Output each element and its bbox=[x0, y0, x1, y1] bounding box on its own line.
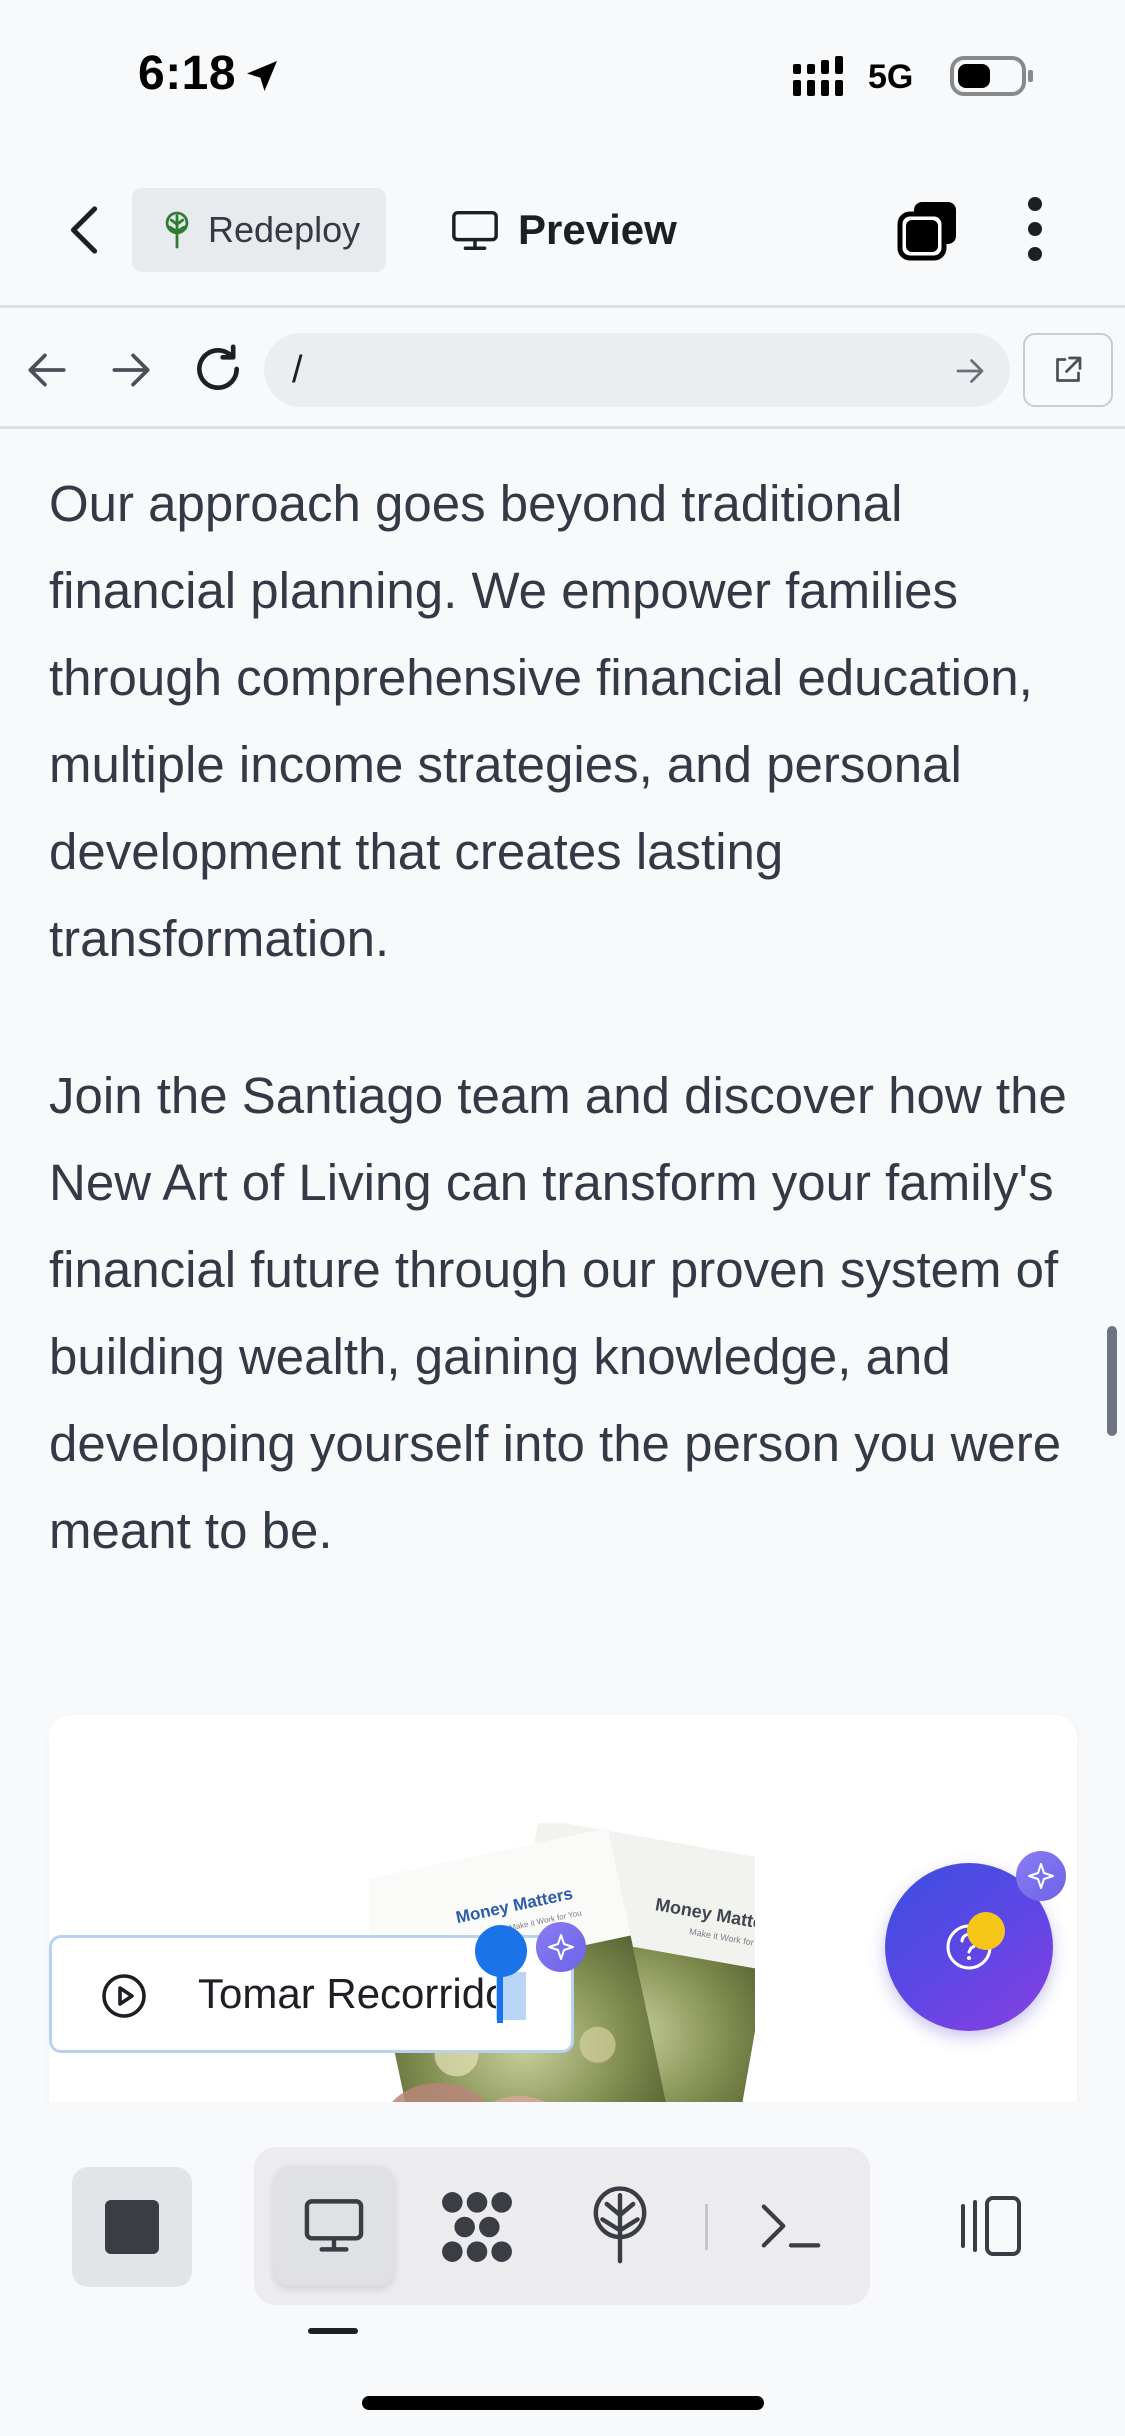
join-paragraph: Join the Santiago team and discover how … bbox=[49, 1067, 1067, 1559]
redeploy-button[interactable]: Redeploy bbox=[132, 188, 386, 272]
more-vertical-icon[interactable] bbox=[1010, 194, 1060, 264]
arrow-right-icon[interactable] bbox=[106, 345, 156, 395]
url-text: / bbox=[292, 349, 303, 391]
redeploy-label: Redeploy bbox=[208, 209, 361, 250]
sparkle-icon[interactable] bbox=[1016, 1851, 1066, 1901]
preview-content[interactable]: Our approach goes beyond traditional fin… bbox=[0, 432, 1125, 2102]
toolbar-divider bbox=[705, 2204, 708, 2250]
stop-button[interactable] bbox=[72, 2167, 192, 2287]
active-tab-indicator bbox=[308, 2328, 358, 2334]
scrollbar-thumb[interactable] bbox=[1107, 1326, 1117, 1436]
play-circle-icon[interactable] bbox=[100, 1972, 148, 2020]
app-header: Redeploy Preview bbox=[0, 150, 1125, 308]
bottom-toolbar bbox=[0, 2102, 1125, 2436]
external-link-icon bbox=[1056, 356, 1082, 382]
tour-recorder-label[interactable]: Tomar Recorrido bbox=[198, 1970, 508, 2018]
redeploy-tree-icon bbox=[165, 211, 189, 249]
notification-dot bbox=[967, 1912, 1005, 1950]
desktop-icon bbox=[304, 2199, 364, 2252]
back-button[interactable] bbox=[50, 195, 120, 265]
ai-sparkle-button[interactable] bbox=[536, 1922, 586, 1972]
sparkle-small-icon bbox=[548, 1934, 574, 1960]
home-indicator bbox=[362, 2396, 764, 2410]
tool-desktop-tab[interactable] bbox=[274, 2166, 394, 2286]
network-label: 5G bbox=[868, 58, 914, 96]
chevron-left-icon bbox=[70, 206, 98, 254]
stop-icon bbox=[105, 2200, 159, 2254]
url-input[interactable]: / bbox=[264, 333, 1010, 407]
approach-paragraph: Our approach goes beyond traditional fin… bbox=[49, 475, 1033, 967]
status-bar: 6:18 5G bbox=[0, 0, 1125, 150]
side-panel-icon[interactable] bbox=[956, 2194, 1026, 2258]
status-time: 6:18 bbox=[138, 47, 237, 100]
sparkle-glyph-icon bbox=[1028, 1863, 1054, 1889]
location-arrow-icon bbox=[247, 61, 277, 91]
deploy-tree-icon[interactable] bbox=[587, 2186, 653, 2266]
preview-button[interactable]: Preview bbox=[450, 188, 677, 272]
reload-icon[interactable] bbox=[190, 341, 246, 397]
tabs-icon[interactable] bbox=[896, 198, 960, 262]
nodes-grid-icon[interactable] bbox=[440, 2190, 514, 2264]
selection-handle[interactable] bbox=[475, 1925, 527, 1977]
signal-icon bbox=[793, 56, 843, 96]
open-external-button[interactable] bbox=[1023, 333, 1113, 407]
terminal-icon[interactable] bbox=[758, 2198, 824, 2254]
go-arrow-icon[interactable] bbox=[952, 353, 988, 389]
url-bar: / bbox=[0, 311, 1125, 429]
monitor-icon bbox=[452, 210, 498, 250]
arrow-left-icon[interactable] bbox=[22, 345, 72, 395]
preview-label: Preview bbox=[518, 206, 677, 253]
battery-icon bbox=[950, 56, 1033, 96]
